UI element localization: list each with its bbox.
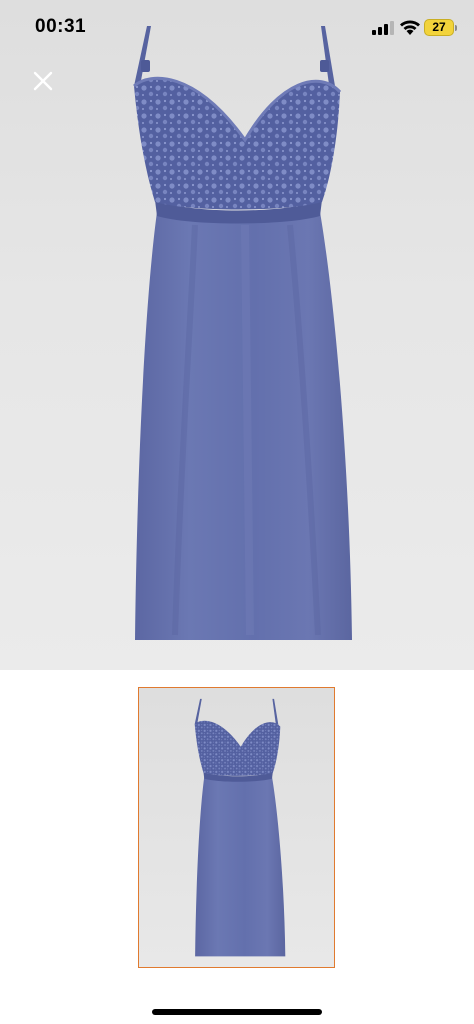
battery-icon: 27 [424,19,457,36]
status-time: 00:31 [35,16,87,37]
thumbnail-strip [0,670,474,985]
thumbnail-nightdress [194,698,286,957]
status-bar: 00:31 27 [0,0,474,56]
product-image[interactable] [0,0,474,670]
close-icon [33,71,53,91]
close-button[interactable] [26,64,60,98]
thumbnail-selected[interactable] [138,687,335,968]
signal-icon [372,21,394,35]
product-image-viewer: 00:31 27 [0,0,474,1024]
nightdress-illustration [133,26,352,640]
battery-level: 27 [432,20,446,34]
wifi-icon [400,20,420,35]
home-indicator[interactable] [152,1009,322,1015]
